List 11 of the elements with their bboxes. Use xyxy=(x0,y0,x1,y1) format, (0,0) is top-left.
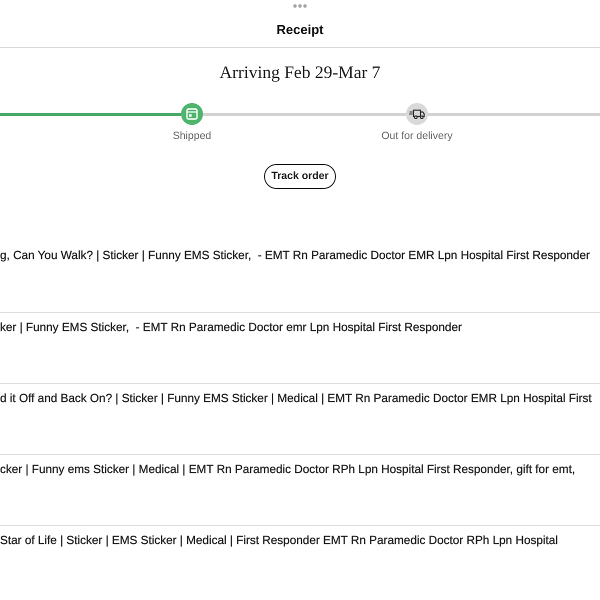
step-label: Out for delivery xyxy=(381,129,453,144)
item-title[interactable]: ker | Funny EMS Sticker, - EMT Rn Paramedic Doctor emr Lpn Hospital First Responder xyxy=(0,321,462,335)
ellipsis-icon[interactable] xyxy=(293,4,307,8)
item-title[interactable]: d it Off and Back On? | Sticker | Funny EMS Sticker | Medical | EMT Rn Paramedic Doctor EMR Lpn Hospital First xyxy=(0,392,592,406)
page-title: Receipt xyxy=(276,21,324,39)
delivery-heading: Arriving Feb 29-Mar 7 xyxy=(220,61,380,84)
item-title[interactable]: Star of Life | Sticker | EMS Sticker | Medical | First Responder EMT Rn Paramedic Doctor RPh Lpn Hospital xyxy=(0,534,558,548)
item-title[interactable]: g, Can You Walk? | Sticker | Funny EMS Sticker, - EMT Rn Paramedic Doctor EMR Lpn Hospital First Responder xyxy=(0,249,590,263)
step-label: Shipped xyxy=(172,129,212,144)
item-title[interactable]: cker | Funny ems Sticker | Medical | EMT Rn Paramedic Doctor RPh Lpn Hospital First Responder, gift for emt, xyxy=(0,463,576,477)
track-order-button[interactable]: Track order xyxy=(264,164,336,189)
